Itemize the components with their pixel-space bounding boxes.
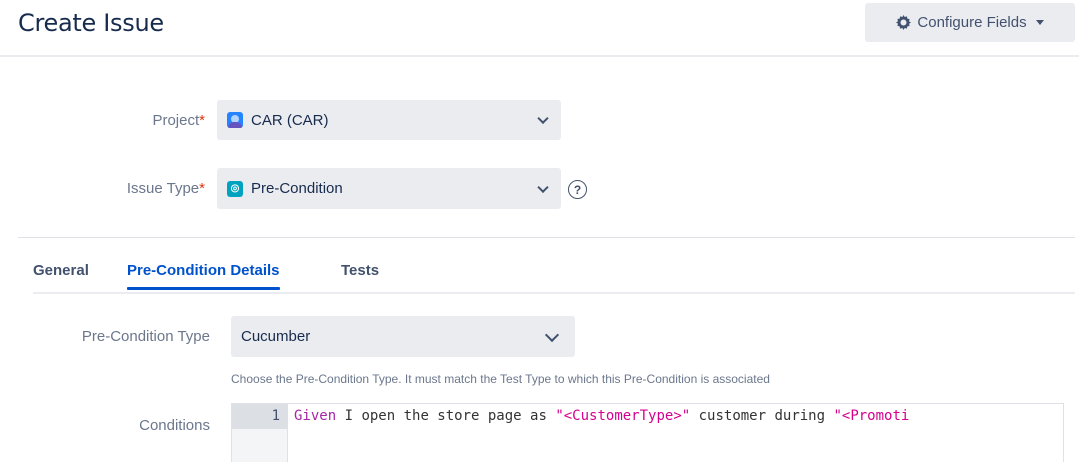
tab-tests[interactable]: Tests	[341, 262, 379, 287]
gear-icon	[896, 15, 912, 30]
page-title: Create Issue	[18, 9, 164, 37]
code-string: "<CustomerType>"	[555, 408, 691, 424]
project-avatar-icon	[227, 112, 243, 128]
code-string: "<Promoti	[833, 408, 910, 424]
line-number: 1	[271, 408, 280, 424]
chevron-down-icon	[544, 327, 560, 342]
section-divider	[18, 237, 1075, 238]
configure-fields-button[interactable]: Configure Fields	[865, 3, 1075, 42]
code-text: I open the store page as	[336, 408, 556, 424]
pre-condition-type-value: Cucumber	[241, 328, 311, 345]
project-select[interactable]: CAR (CAR)	[217, 100, 561, 140]
help-icon[interactable]: ?	[568, 180, 587, 199]
chevron-down-icon	[537, 112, 549, 125]
pre-condition-type-label: Pre-Condition Type	[81, 328, 210, 345]
tabs-divider	[33, 292, 1075, 294]
issue-type-label-text: Issue Type	[126, 180, 200, 197]
chevron-down-icon	[537, 181, 549, 193]
code-text: customer during	[690, 408, 834, 424]
pre-condition-type-hint: Choose the Pre-Condition Type. It must m…	[231, 372, 770, 386]
header-divider	[0, 55, 1079, 57]
caret-down-icon	[1035, 20, 1044, 25]
issue-type-label: Issue Type*	[60, 180, 205, 197]
issue-type-select-value: Pre-Condition	[251, 180, 343, 197]
code-keyword: Given	[294, 408, 337, 424]
project-select-value: CAR (CAR)	[251, 111, 329, 129]
pre-condition-icon: ◎	[227, 180, 243, 197]
project-label-text: Project	[152, 112, 200, 129]
required-mark: *	[199, 112, 205, 129]
code-line: Given I open the store page as "<Custome…	[294, 408, 909, 424]
project-label: Project*	[60, 112, 205, 129]
configure-fields-label: Configure Fields	[917, 14, 1027, 31]
conditions-editor[interactable]: 1 Given I open the store page as "<Custo…	[231, 403, 1064, 462]
tab-pre-condition-details[interactable]: Pre-Condition Details	[127, 262, 280, 290]
tab-general[interactable]: General	[33, 262, 89, 287]
pre-condition-type-select[interactable]: Cucumber	[231, 316, 575, 357]
required-mark: *	[199, 180, 205, 197]
conditions-label: Conditions	[139, 417, 210, 434]
issue-type-select[interactable]: ◎ Pre-Condition	[217, 168, 561, 209]
